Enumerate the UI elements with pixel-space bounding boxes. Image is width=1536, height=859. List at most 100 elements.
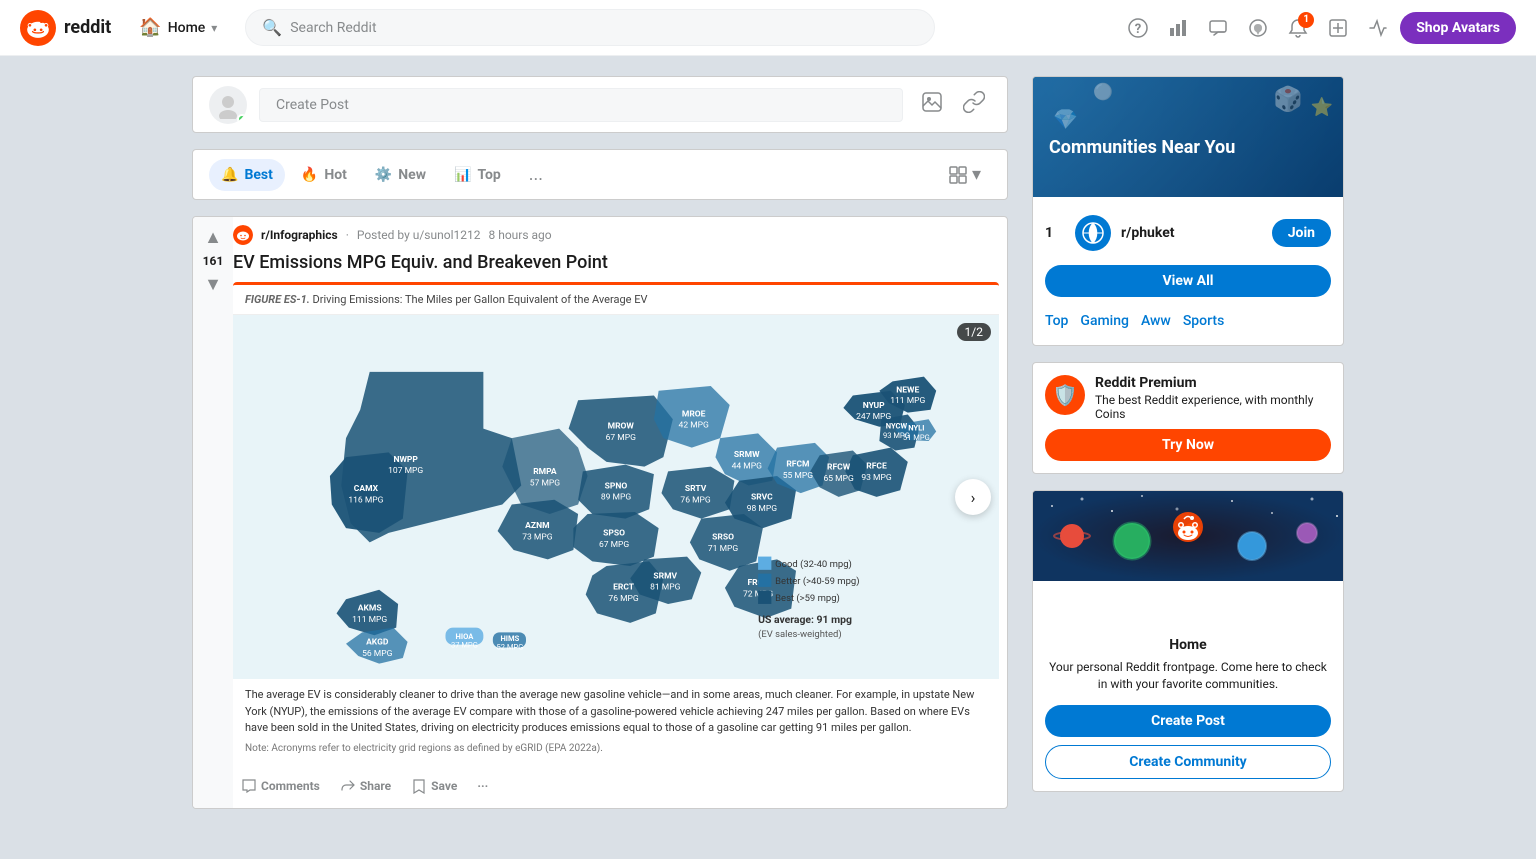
save-button[interactable]: Save	[403, 772, 465, 800]
deco-circle: ⚪	[1093, 82, 1113, 101]
map-body-text: The average EV is considerably cleaner t…	[233, 679, 999, 764]
premium-icon: 🛡️	[1045, 375, 1085, 415]
deco-star: ⭐	[1311, 97, 1333, 118]
filter-hot-label: Hot	[324, 167, 347, 183]
comments-button[interactable]: Comments	[233, 772, 328, 800]
premium-title: Reddit Premium	[1095, 375, 1331, 391]
svg-text:SRMW: SRMW	[734, 450, 760, 460]
shop-avatars-button[interactable]: Shop Avatars	[1400, 12, 1516, 44]
tag-aww[interactable]: Aww	[1141, 313, 1171, 329]
svg-text:SRSO: SRSO	[712, 533, 734, 543]
svg-text:Best (>59 mpg): Best (>59 mpg)	[775, 593, 840, 604]
app-header: reddit 🏠 Home ▾ 🔍 Search Reddit ? 1	[0, 0, 1536, 56]
post-inner: ▲ 161 ▼ r/Infographics · Posted by u/sun…	[193, 217, 1007, 808]
home-card-description: Your personal Reddit frontpage. Come her…	[1045, 659, 1331, 693]
view-toggle-button[interactable]: ▾	[938, 158, 991, 191]
help-icon-button[interactable]: ?	[1120, 10, 1156, 46]
tag-top[interactable]: Top	[1045, 313, 1068, 329]
svg-text:73 MPG: 73 MPG	[522, 533, 552, 543]
upvote-button[interactable]: ▲	[202, 225, 224, 250]
sidebar-create-post-button[interactable]: Create Post	[1045, 705, 1331, 737]
filter-best-button[interactable]: 🔔 Best	[209, 159, 285, 191]
svg-text:107 MPG: 107 MPG	[388, 467, 423, 477]
svg-text:247 MPG: 247 MPG	[856, 413, 891, 423]
premium-card: 🛡️ Reddit Premium The best Reddit experi…	[1032, 362, 1344, 474]
filter-new-label: New	[398, 167, 426, 183]
reddit-logo[interactable]: reddit	[20, 10, 111, 46]
notification-count: 1	[1298, 12, 1314, 28]
svg-text:SPSO: SPSO	[603, 529, 625, 539]
svg-text:ERCT: ERCT	[613, 583, 635, 593]
home-nav-button[interactable]: 🏠 Home ▾	[127, 11, 229, 44]
svg-text:111 MPG: 111 MPG	[352, 615, 387, 625]
svg-text:US average: 91 mpg: US average: 91 mpg	[758, 613, 852, 626]
svg-text:67 MPG: 67 MPG	[606, 433, 636, 443]
downvote-button[interactable]: ▼	[202, 272, 224, 297]
community-name[interactable]: r/phuket	[1121, 225, 1262, 241]
top-filter-icon: 📊	[454, 167, 471, 183]
post-title[interactable]: EV Emissions MPG Equiv. and Breakeven Po…	[233, 251, 999, 274]
home-banner-svg	[1033, 491, 1343, 581]
view-all-button[interactable]: View All	[1045, 265, 1331, 297]
home-widget-card: Home Your personal Reddit frontpage. Com…	[1032, 490, 1344, 792]
image-upload-icon-button[interactable]	[915, 85, 949, 124]
share-button[interactable]: Share	[332, 772, 399, 800]
create-post-input[interactable]: Create Post	[259, 88, 903, 122]
hot-filter-icon: 🔥	[301, 167, 318, 183]
stats-icon-button[interactable]	[1160, 10, 1196, 46]
create-post-box: Create Post	[192, 76, 1008, 133]
post-card: ▲ 161 ▼ r/Infographics · Posted by u/sun…	[192, 216, 1008, 809]
try-now-button[interactable]: Try Now	[1045, 429, 1331, 461]
subreddit-name[interactable]: r/Infographics	[261, 228, 338, 242]
broadcast-icon-button[interactable]	[1360, 10, 1396, 46]
community-item: 1 r/phuket Join	[1045, 209, 1331, 257]
online-status-dot	[237, 114, 247, 124]
post-author: Posted by u/sunol1212	[357, 228, 481, 242]
home-nav-label: Home	[168, 20, 206, 36]
chevron-view-icon: ▾	[972, 164, 981, 185]
filter-more-button[interactable]: ...	[521, 156, 551, 193]
add-post-button[interactable]	[1320, 10, 1356, 46]
deco-diamond: 💎	[1053, 107, 1078, 131]
subreddit-icon	[233, 225, 253, 245]
community-tags: Top Gaming Aww Sports	[1045, 305, 1331, 333]
post-meta: r/Infographics · Posted by u/sunol1212 8…	[233, 225, 999, 245]
next-image-button[interactable]: ›	[955, 479, 991, 515]
notifications-button[interactable]: 1	[1280, 10, 1316, 46]
svg-text:NYCW: NYCW	[886, 422, 908, 431]
svg-text:RFCM: RFCM	[786, 460, 809, 470]
svg-text:NEWE: NEWE	[896, 386, 919, 396]
svg-text:67 MPG: 67 MPG	[599, 540, 629, 550]
map-description: The average EV is considerably cleaner t…	[245, 687, 987, 737]
svg-text:51 MPG: 51 MPG	[903, 433, 930, 442]
premium-description: The best Reddit experience, with monthly…	[1095, 393, 1331, 421]
post-image-container: FIGURE ES-1. Driving Emissions: The Mile…	[233, 282, 999, 764]
filter-hot-button[interactable]: 🔥 Hot	[289, 159, 359, 191]
sidebar-create-community-button[interactable]: Create Community	[1045, 745, 1331, 779]
svg-text:93 MPG: 93 MPG	[861, 473, 891, 483]
tag-gaming[interactable]: Gaming	[1080, 313, 1129, 329]
feed-filters: 🔔 Best 🔥 Hot ⚙️ New 📊 Top ... ▾	[192, 149, 1008, 200]
chat-icon-button[interactable]	[1200, 10, 1236, 46]
filter-top-button[interactable]: 📊 Top	[442, 159, 513, 191]
filter-top-label: Top	[477, 167, 500, 183]
svg-text:MROE: MROE	[682, 410, 706, 420]
search-bar[interactable]: 🔍 Search Reddit	[245, 9, 935, 46]
svg-text:AKGD: AKGD	[366, 638, 389, 648]
reddit-logo-icon	[20, 10, 56, 46]
save-label: Save	[431, 779, 457, 793]
deco-dice: 🎲	[1273, 85, 1303, 113]
messages-icon-button[interactable]	[1240, 10, 1276, 46]
svg-text:42 MPG: 42 MPG	[679, 421, 709, 431]
filter-new-button[interactable]: ⚙️ New	[363, 159, 438, 191]
svg-text:71 MPG: 71 MPG	[708, 544, 738, 554]
image-counter: 1/2	[957, 323, 991, 341]
communities-title: Communities Near You	[1049, 137, 1327, 158]
more-actions-button[interactable]: ···	[469, 773, 496, 799]
link-icon-button[interactable]	[957, 85, 991, 124]
tag-sports[interactable]: Sports	[1183, 313, 1224, 329]
svg-text:SRTV: SRTV	[685, 485, 707, 495]
join-community-button[interactable]: Join	[1272, 219, 1331, 247]
comments-label: Comments	[261, 779, 320, 793]
page-layout: Create Post 🔔 Best 🔥 Hot ⚙️	[168, 56, 1368, 829]
